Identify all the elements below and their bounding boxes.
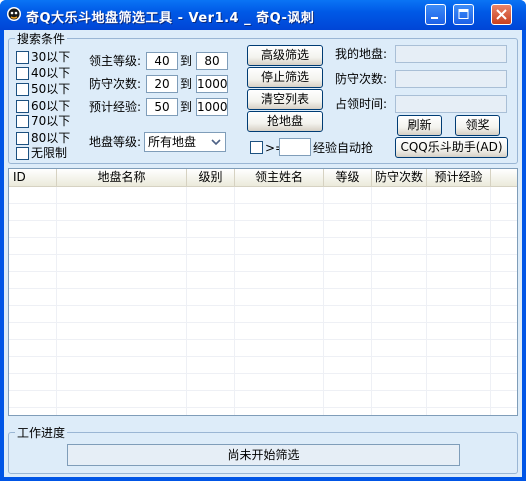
lord-level-label: 领主等级: [89,54,142,68]
checkbox-level-40[interactable] [16,67,29,80]
expected-exp-to-label: 到 [180,100,193,114]
grid-divider [234,187,235,415]
my-defense-field[interactable] [395,70,507,88]
auto-grab-exp-input[interactable] [279,138,311,156]
checkbox-level-30[interactable] [16,51,29,64]
column-header-lord-name[interactable]: 领主姓名 [235,169,324,187]
app-icon [6,6,22,22]
land-level-selected: 所有地盘 [148,135,197,149]
column-header-rank[interactable]: 等级 [324,169,372,187]
maximize-icon [458,9,469,19]
checkbox-level-80[interactable] [16,132,29,145]
title-bar[interactable]: 奇Q大乐斗地盘筛选工具 - Ver1.4 _ 奇Q-讽刺 [0,0,526,30]
defense-count-from-input[interactable] [146,75,178,93]
progress-status: 尚未开始筛选 [67,444,460,466]
column-header-land-name[interactable]: 地盘名称 [57,169,187,187]
advanced-filter-button[interactable]: 高级筛选 [247,45,323,66]
defense-count-label: 防守次数: [89,77,142,91]
minimize-button[interactable] [425,4,446,25]
my-land-field[interactable] [395,45,507,63]
claim-reward-button[interactable]: 领奖 [455,115,500,136]
helper-ad-button[interactable]: CQQ乐斗助手(AD) [395,137,508,158]
grid-divider [371,187,372,415]
clear-list-button[interactable]: 清空列表 [247,89,323,110]
list-header: ID 地盘名称 级别 领主姓名 等级 防守次数 预计经验 [9,169,517,187]
occupy-time-label: 占领时间: [335,97,388,111]
my-land-label: 我的地盘: [335,47,388,61]
land-list[interactable]: ID 地盘名称 级别 领主姓名 等级 防守次数 预计经验 [8,168,518,416]
progress-status-text: 尚未开始筛选 [227,448,300,462]
column-header-expected-exp[interactable]: 预计经验 [427,169,491,187]
grab-land-button[interactable]: 抢地盘 [247,111,323,132]
checkbox-unlimited[interactable] [16,147,29,160]
checkbox-level-70-label: 70以下 [31,114,71,128]
maximize-button[interactable] [453,4,474,25]
checkbox-unlimited-label: 无限制 [31,146,68,160]
checkbox-level-50-label: 50以下 [31,82,71,96]
checkbox-level-40-label: 40以下 [31,66,71,80]
defense-count-to-label: 到 [180,77,193,91]
grid-divider [490,187,491,415]
chevron-down-icon [211,139,221,146]
app-window: 奇Q大乐斗地盘筛选工具 - Ver1.4 _ 奇Q-讽刺 搜索条件 30以下 4… [0,0,526,481]
occupy-time-field[interactable] [395,95,507,113]
window-title: 奇Q大乐斗地盘筛选工具 - Ver1.4 _ 奇Q-讽刺 [26,11,315,26]
checkbox-level-60[interactable] [16,100,29,113]
grid-divider [56,187,57,415]
column-header-defense-count[interactable]: 防守次数 [372,169,427,187]
auto-grab-suffix: 经验自动抢 [313,141,374,155]
checkbox-level-70[interactable] [16,115,29,128]
land-level-label: 地盘等级: [89,135,142,149]
checkbox-level-60-label: 60以下 [31,99,71,113]
grid-divider [426,187,427,415]
column-header-level[interactable]: 级别 [187,169,235,187]
auto-grab-checkbox[interactable] [250,141,263,154]
progress-legend: 工作进度 [17,426,66,440]
land-level-select[interactable]: 所有地盘 [144,132,226,152]
expected-exp-from-input[interactable] [146,98,178,116]
grid-divider [323,187,324,415]
lord-level-to-label: 到 [180,54,193,68]
minimize-icon [431,17,438,19]
client-area: 搜索条件 30以下 40以下 50以下 60以下 70以下 80以下 无限制 领… [4,30,522,477]
lord-level-to-input[interactable] [196,52,228,70]
list-body[interactable] [9,187,517,415]
search-conditions-legend: 搜索条件 [17,32,66,46]
refresh-button[interactable]: 刷新 [397,115,442,136]
stop-filter-button[interactable]: 停止筛选 [247,67,323,88]
expected-exp-to-input[interactable] [196,98,228,116]
lord-level-from-input[interactable] [146,52,178,70]
expected-exp-label: 预计经验: [89,100,142,114]
defense-count-to-input[interactable] [196,75,228,93]
my-defense-label: 防守次数: [335,72,388,86]
checkbox-level-50[interactable] [16,83,29,96]
grid-divider [186,187,187,415]
column-header-id[interactable]: ID [9,169,57,187]
close-button[interactable] [491,4,512,25]
close-icon [496,9,507,20]
checkbox-level-80-label: 80以下 [31,131,71,145]
checkbox-level-30-label: 30以下 [31,50,71,64]
